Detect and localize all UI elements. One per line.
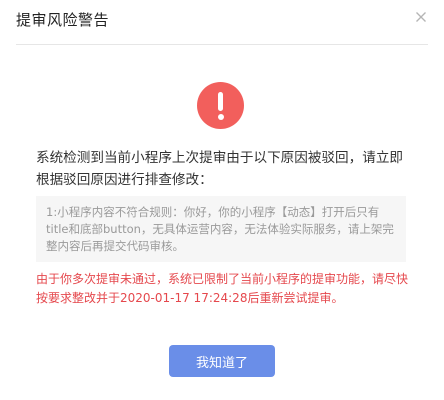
review-risk-warning-dialog: 提审风险警告 系统检测到当前小程序上次提审由于以下原因被驳回，请立即根据驳回原因… bbox=[0, 0, 444, 400]
exclamation-dot bbox=[217, 114, 224, 120]
dialog-title: 提审风险警告 bbox=[16, 11, 110, 29]
limit-notice: 由于你多次提审未通过，系统已限制了当前小程序的提审功能，请尽快按要求整改并于20… bbox=[36, 272, 409, 305]
close-icon-glyph bbox=[416, 12, 426, 22]
rejection-message: 系统检测到当前小程序上次提审由于以下原因被驳回，请立即根据驳回原因进行排查修改： bbox=[36, 150, 404, 188]
exclamation-bar bbox=[218, 92, 223, 111]
exclamation-icon bbox=[197, 82, 244, 129]
close-icon[interactable] bbox=[414, 9, 428, 23]
dialog-header: 提审风险警告 bbox=[16, 0, 428, 45]
confirm-button[interactable]: 我知道了 bbox=[169, 345, 275, 377]
rejection-reason: 1:小程序内容不符合规则：你好，你的小程序【动态】打开后只有title和底部bu… bbox=[36, 196, 406, 262]
